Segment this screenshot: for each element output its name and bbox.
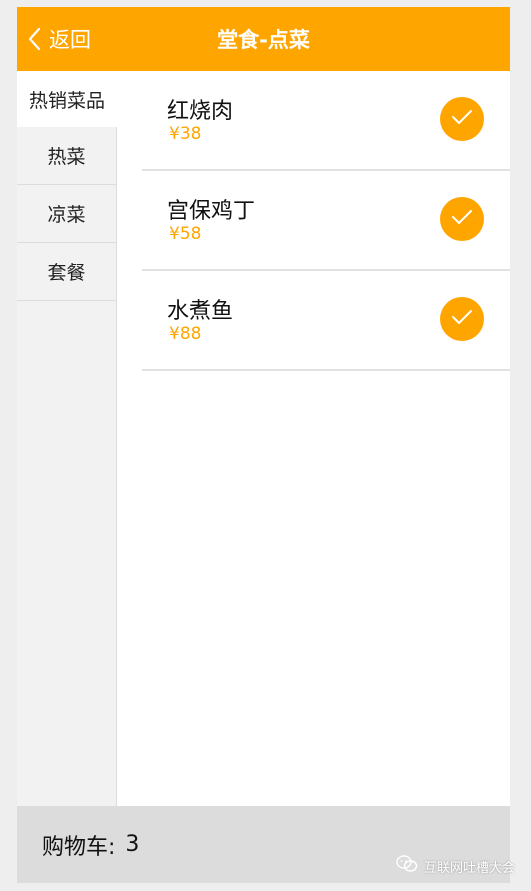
selected-check-button[interactable] (440, 297, 484, 341)
selected-check-button[interactable] (440, 97, 484, 141)
category-label: 热销菜品 (28, 89, 105, 112)
dish-price: ¥58 (169, 224, 202, 244)
category-label: 套餐 (47, 262, 86, 284)
dish-name: 水煮鱼 (167, 299, 234, 324)
selected-check-button[interactable] (440, 197, 484, 241)
wechat-icon (396, 855, 418, 877)
back-button[interactable]: 返回 (27, 7, 91, 71)
dish-item[interactable]: 红烧肉 ¥38 (142, 71, 510, 171)
chevron-left-icon (27, 27, 41, 51)
cart-summary[interactable]: 购物车: 3 (42, 806, 139, 883)
checkmark-icon (451, 309, 473, 329)
checkmark-icon (451, 209, 473, 229)
watermark: 互联网吐槽大会 (396, 855, 515, 877)
dish-item[interactable]: 水煮鱼 ¥88 (142, 271, 510, 371)
dish-name: 宫保鸡丁 (167, 199, 256, 224)
watermark-text: 互联网吐槽大会 (423, 860, 515, 876)
category-item-cold-dishes[interactable]: 凉菜 (17, 185, 116, 243)
category-item-hot-sellers[interactable]: 热销菜品 (17, 71, 117, 127)
category-label: 凉菜 (47, 204, 86, 226)
dish-price: ¥38 (169, 124, 202, 144)
category-sidebar: 热销菜品 热菜 凉菜 套餐 (17, 71, 117, 806)
category-label: 热菜 (47, 146, 86, 168)
cart-label: 购物车: (42, 834, 116, 860)
header-bar: 返回 堂食-点菜 (17, 7, 510, 71)
back-label: 返回 (49, 28, 91, 52)
checkmark-icon (451, 109, 473, 129)
cart-count: 3 (125, 832, 140, 857)
dish-name: 红烧肉 (167, 99, 234, 124)
category-item-hot-dishes[interactable]: 热菜 (17, 127, 116, 185)
app-screen: 返回 堂食-点菜 热销菜品 热菜 凉菜 套餐 红烧肉 ¥38 宫保鸡丁 ¥58 … (17, 7, 510, 883)
category-item-set-meals[interactable]: 套餐 (17, 243, 116, 301)
dish-list: 红烧肉 ¥38 宫保鸡丁 ¥58 水煮鱼 ¥88 (142, 71, 510, 371)
dish-item[interactable]: 宫保鸡丁 ¥58 (142, 171, 510, 271)
dish-price: ¥88 (169, 324, 202, 344)
